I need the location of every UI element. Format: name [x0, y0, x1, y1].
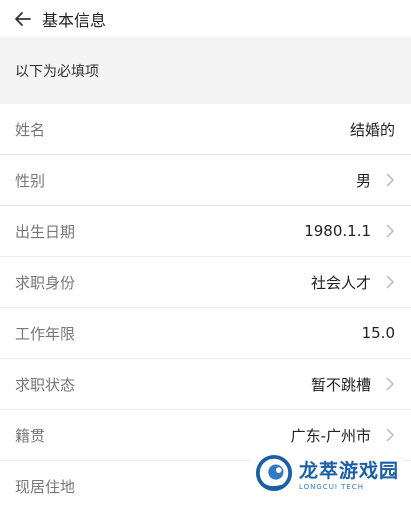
- watermark-name: 龙萃游戏园: [298, 459, 399, 482]
- field-row-job-status[interactable]: 求职状态 暂不跳槽: [0, 359, 411, 410]
- required-section-label: 以下为必填项: [15, 63, 99, 80]
- field-row-birthdate[interactable]: 出生日期 1980.1.1: [0, 206, 411, 257]
- field-row-work-years[interactable]: 工作年限 15.0: [0, 308, 411, 359]
- field-value: 1980.1.1: [304, 222, 371, 240]
- field-label: 性别: [15, 171, 46, 190]
- chevron-right-icon: [386, 428, 395, 442]
- field-label: 工作年限: [15, 324, 76, 343]
- field-value: 暂不跳槽: [310, 375, 371, 394]
- field-value: 男: [355, 171, 371, 190]
- field-value: 15.0: [361, 324, 395, 342]
- field-label: 姓名: [15, 120, 46, 139]
- chevron-right-icon: [386, 275, 395, 289]
- field-label: 籍贯: [15, 426, 46, 445]
- field-row-job-identity[interactable]: 求职身份 社会人才: [0, 257, 411, 308]
- chevron-right-icon: [386, 224, 395, 238]
- chevron-right-icon: [386, 377, 395, 391]
- field-value: 结婚的: [349, 120, 395, 139]
- page-title: 基本信息: [42, 10, 107, 30]
- watermark-logo: 龙萃游戏园 LONGCUI TECH: [250, 452, 403, 494]
- field-value: 广东-广州市: [290, 426, 371, 445]
- watermark-subtitle: LONGCUI TECH: [298, 482, 364, 491]
- field-value: 社会人才: [310, 273, 371, 292]
- chevron-right-icon: [386, 173, 395, 187]
- swirl-logo-icon: [255, 454, 293, 492]
- top-bar: 基本信息: [0, 0, 411, 37]
- required-section-header: 以下为必填项: [0, 37, 411, 104]
- arrow-left-icon[interactable]: [14, 10, 32, 28]
- field-label: 出生日期: [15, 222, 76, 241]
- field-label: 求职身份: [15, 273, 76, 292]
- field-label: 求职状态: [15, 375, 76, 394]
- field-row-gender[interactable]: 性别 男: [0, 155, 411, 206]
- field-row-name[interactable]: 姓名 结婚的: [0, 104, 411, 155]
